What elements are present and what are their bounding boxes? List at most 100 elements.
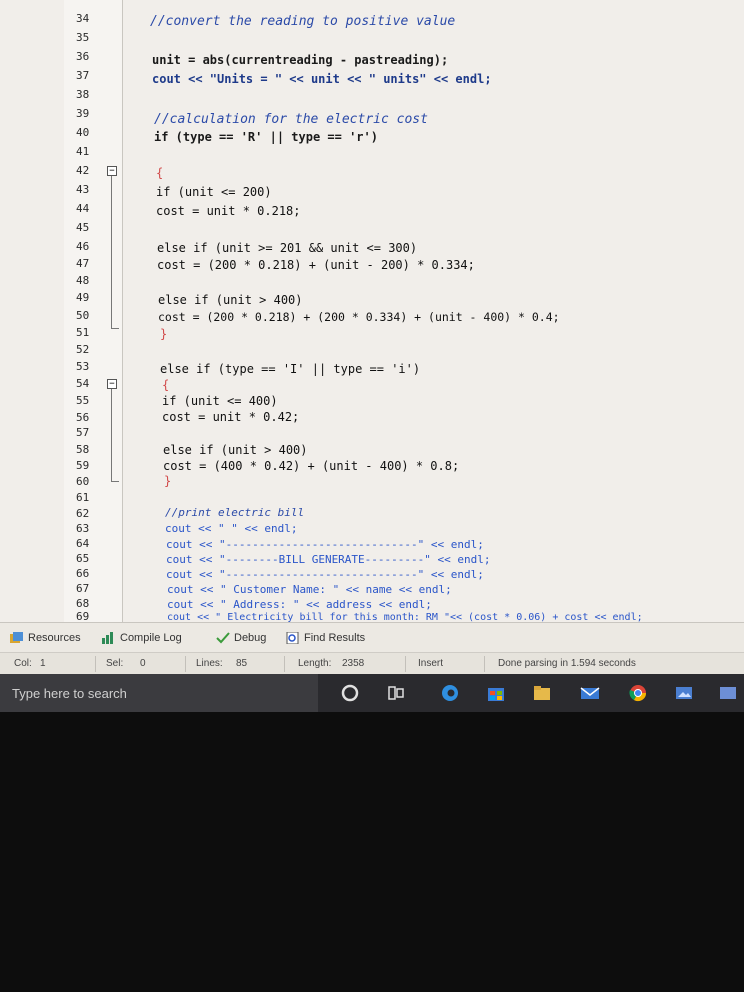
code-line: if (type == 'R' || type == 'r') xyxy=(154,130,378,144)
line-number: 45 xyxy=(76,221,90,234)
tab-find-results[interactable]: Find Results xyxy=(286,630,365,646)
status-divider xyxy=(185,656,186,672)
status-message: Done parsing in 1.594 seconds xyxy=(498,658,636,669)
find-results-icon xyxy=(286,631,300,645)
status-sel-value: 0 xyxy=(140,658,146,669)
code-line: cout << "-----------------------------" … xyxy=(166,538,484,551)
fold-guide-line xyxy=(111,389,112,481)
fold-guide-line xyxy=(111,176,112,328)
line-number: 58 xyxy=(76,443,90,456)
file-explorer-icon[interactable] xyxy=(532,683,552,703)
status-divider xyxy=(95,656,96,672)
line-number: 68 xyxy=(76,597,90,610)
line-number: 46 xyxy=(76,240,90,253)
tab-label: Find Results xyxy=(304,632,366,644)
code-line: } xyxy=(160,327,168,341)
status-lines-label: Lines: xyxy=(196,658,223,669)
code-line: cout << "-----------------------------" … xyxy=(166,568,484,581)
code-line: else if (unit >= 201 && unit <= 300) xyxy=(157,241,418,255)
status-lines-value: 85 xyxy=(236,658,248,669)
status-col-value: 1 xyxy=(40,658,46,669)
code-line: if (unit <= 400) xyxy=(162,394,278,408)
code-line: //print electric bill xyxy=(165,506,305,519)
code-line: else if (unit > 400) xyxy=(163,443,308,457)
line-number: 36 xyxy=(76,50,90,63)
code-line: cout << "--------BILL GENERATE---------"… xyxy=(166,553,491,566)
search-placeholder: Type here to search xyxy=(12,686,127,701)
line-number: 60 xyxy=(76,475,90,488)
code-line: cost = unit * 0.42; xyxy=(162,410,300,424)
line-number: 49 xyxy=(76,291,90,304)
status-divider xyxy=(405,656,406,672)
line-number: 61 xyxy=(76,491,90,504)
line-number: 50 xyxy=(76,309,90,322)
status-length-value: 2358 xyxy=(342,658,365,669)
code-line: //calculation for the electric cost xyxy=(154,112,428,127)
tab-compile-log[interactable]: Compile Log xyxy=(102,630,182,646)
windows-taskbar: Type here to search xyxy=(0,674,744,712)
line-number: 57 xyxy=(76,426,90,439)
code-line: cout << " Electricity bill for this mont… xyxy=(167,612,643,622)
code-line: else if (type == 'I' || type == 'i') xyxy=(160,362,421,376)
code-line: { xyxy=(162,378,170,392)
code-line: { xyxy=(156,166,164,180)
line-number: 56 xyxy=(76,411,90,424)
code-line: } xyxy=(164,474,172,488)
taskbar-search-box[interactable]: Type here to search xyxy=(0,674,318,712)
fold-collapse-icon[interactable]: − xyxy=(107,379,117,389)
line-number: 51 xyxy=(76,326,90,339)
line-number: 43 xyxy=(76,183,90,196)
tab-label: Debug xyxy=(234,632,267,644)
code-line: //convert the reading to positive value xyxy=(150,14,456,29)
status-length-label: Length: xyxy=(298,658,332,669)
photos-icon[interactable] xyxy=(674,683,694,703)
line-number: 37 xyxy=(76,69,90,82)
code-editor[interactable]: 34 35 36 37 38 39 40 41 42 43 44 45 46 4… xyxy=(0,0,744,622)
cortana-icon[interactable] xyxy=(340,683,360,703)
task-view-icon[interactable] xyxy=(386,683,406,703)
fold-end-marker xyxy=(111,328,119,329)
mail-icon[interactable] xyxy=(580,683,600,703)
tab-debug[interactable]: Debug xyxy=(216,630,266,646)
status-sel-label: Sel: xyxy=(106,658,124,669)
code-line: unit = abs(currentreading - pastreading)… xyxy=(152,53,449,67)
bottom-panel-tabs: Resources Compile Log Debug Find Results xyxy=(0,622,744,653)
app-icon[interactable] xyxy=(718,683,738,703)
line-number: 39 xyxy=(76,107,90,120)
line-number: 67 xyxy=(76,582,90,595)
status-col-label: Col: xyxy=(14,658,32,669)
tab-resources[interactable]: Resources xyxy=(10,630,81,646)
code-line: cost = unit * 0.218; xyxy=(156,204,301,218)
status-divider xyxy=(284,656,285,672)
line-number: 47 xyxy=(76,257,90,270)
code-line: else if (unit > 400) xyxy=(158,293,303,307)
line-number: 66 xyxy=(76,567,90,580)
fold-collapse-icon[interactable]: − xyxy=(107,166,117,176)
status-bar: Col: 1 Sel: 0 Lines: 85 Length: 2358 Ins… xyxy=(0,652,744,675)
tab-label: Resources xyxy=(28,632,81,644)
code-line: cout << " Customer Name: " << name << en… xyxy=(167,583,452,596)
line-number: 42 xyxy=(76,164,90,177)
line-number: 65 xyxy=(76,552,90,565)
status-divider xyxy=(484,656,485,672)
edge-icon[interactable] xyxy=(440,683,460,703)
line-number: 38 xyxy=(76,88,90,101)
line-number: 62 xyxy=(76,507,90,520)
line-number: 55 xyxy=(76,394,90,407)
line-number: 64 xyxy=(76,537,90,550)
line-number: 34 xyxy=(76,12,90,25)
resources-icon xyxy=(10,632,24,644)
line-number: 59 xyxy=(76,459,90,472)
code-line: cost = (400 * 0.42) + (unit - 400) * 0.8… xyxy=(163,459,460,473)
line-number: 54 xyxy=(76,377,90,390)
line-number: 44 xyxy=(76,202,90,215)
line-number: 53 xyxy=(76,360,90,373)
code-line: cout << " Address: " << address << endl; xyxy=(167,598,432,611)
chrome-icon[interactable] xyxy=(628,683,648,703)
debug-check-icon xyxy=(216,632,230,644)
code-line: cout << " " << endl; xyxy=(165,522,298,535)
line-number: 63 xyxy=(76,522,90,535)
store-icon[interactable] xyxy=(486,683,506,703)
line-number: 40 xyxy=(76,126,90,139)
code-line: cout << "Units = " << unit << " units" <… xyxy=(152,72,492,86)
